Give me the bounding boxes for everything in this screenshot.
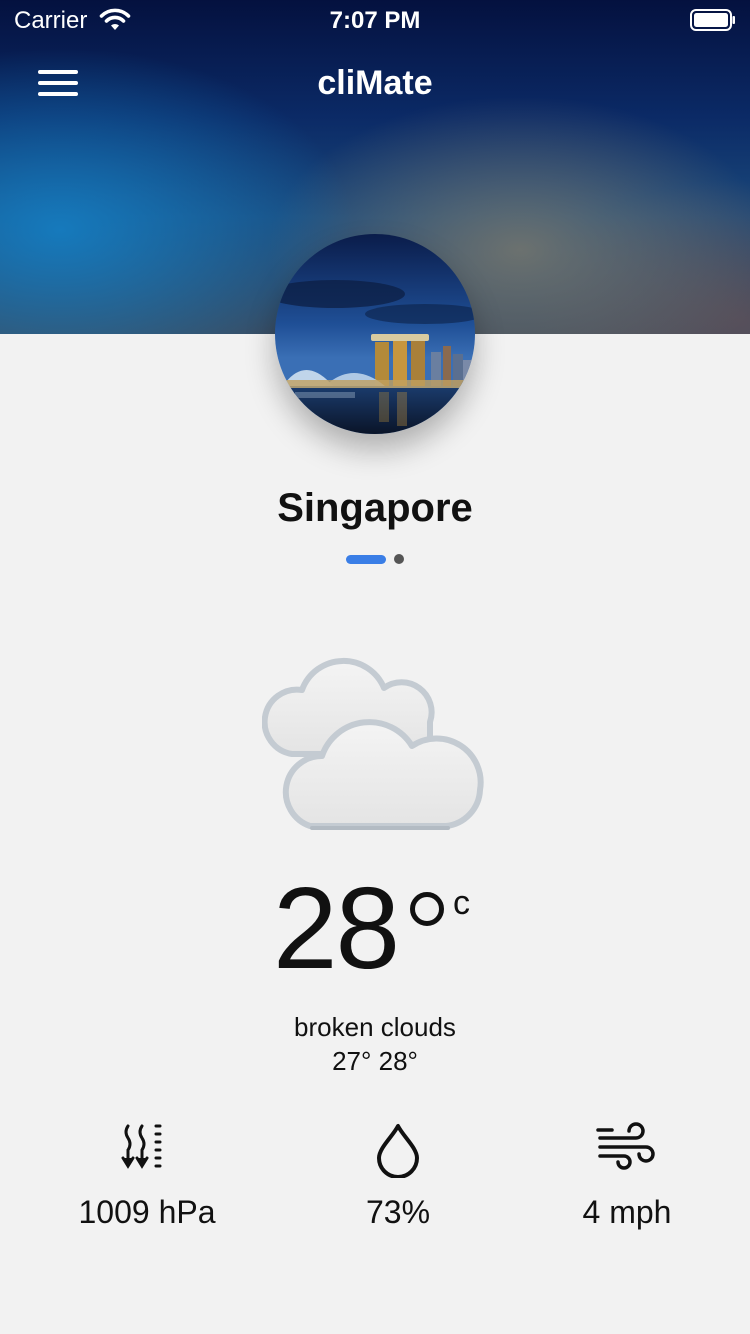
battery-icon <box>690 9 735 31</box>
wind-value: 4 mph <box>582 1194 672 1230</box>
city-skyline-image <box>275 234 475 434</box>
status-bar: Carrier 7:07 PM <box>0 0 750 40</box>
humidity-value: 73% <box>365 1194 431 1230</box>
pressure-icon <box>121 1124 162 1169</box>
wind-icon <box>596 1122 655 1170</box>
degree-symbol <box>410 892 444 926</box>
page-indicator[interactable] <box>346 554 406 566</box>
weather-description: broken clouds <box>294 1012 456 1042</box>
page-dot-active[interactable] <box>346 555 386 564</box>
broken-clouds-icon <box>262 657 484 830</box>
page-dot[interactable] <box>394 554 404 564</box>
app-title: cliMate <box>317 64 433 102</box>
city-name: Singapore <box>277 486 473 530</box>
pressure-value: 1009 hPa <box>78 1194 216 1230</box>
humidity-stat: 73% <box>273 1122 523 1231</box>
wind-stat: 4 mph <box>502 1122 750 1231</box>
temperature-range: 27° 28° <box>332 1046 418 1076</box>
temperature-unit: c <box>453 884 470 922</box>
status-time: 7:07 PM <box>329 7 421 34</box>
humidity-drop-icon <box>377 1124 419 1178</box>
temperature: 28 <box>273 863 400 993</box>
pressure-stat: 1009 hPa <box>22 1122 272 1231</box>
city-photo[interactable] <box>275 234 475 434</box>
